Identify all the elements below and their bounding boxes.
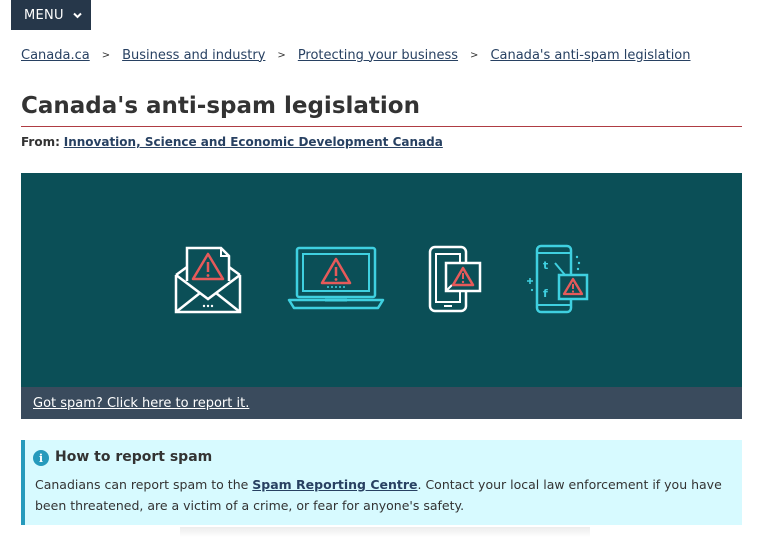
email-warning-icon xyxy=(174,246,242,314)
breadcrumb-separator: > xyxy=(101,49,111,61)
alert-title: How to report spam xyxy=(55,449,213,465)
page-bottom-shadow xyxy=(180,527,590,537)
breadcrumb-link-business[interactable]: Business and industry xyxy=(122,48,265,63)
facebook-glyph: f xyxy=(543,287,548,300)
info-icon: i xyxy=(33,450,49,466)
menu-label: MENU xyxy=(24,7,64,23)
from-org-link[interactable]: Innovation, Science and Economic Develop… xyxy=(64,135,443,149)
from-line: From: Innovation, Science and Economic D… xyxy=(21,135,443,149)
twitter-glyph: t xyxy=(543,259,548,272)
breadcrumb-link-antispam[interactable]: Canada's anti-spam legislation xyxy=(490,48,690,63)
spam-banner-image[interactable]: t f xyxy=(21,173,742,387)
info-alert: i How to report spam Canadians can repor… xyxy=(21,440,742,525)
spam-reporting-centre-link[interactable]: Spam Reporting Centre xyxy=(252,477,417,492)
chevron-down-icon xyxy=(73,12,82,19)
menu-button[interactable]: MENU xyxy=(11,0,91,30)
alert-text-before: Canadians can report spam to the xyxy=(35,477,253,492)
laptop-warning-icon xyxy=(287,246,385,310)
social-media-warning-icon: t f xyxy=(527,244,589,314)
breadcrumb-separator: > xyxy=(277,49,286,61)
title-divider xyxy=(21,126,742,127)
report-spam-link[interactable]: Got spam? Click here to report it. xyxy=(33,396,249,411)
alert-text: Canadians can report spam to the Spam Re… xyxy=(35,474,735,516)
from-label: From: xyxy=(21,135,60,149)
breadcrumb-link-canada[interactable]: Canada.ca xyxy=(21,48,90,63)
breadcrumb-separator: > xyxy=(470,49,479,61)
breadcrumb-link-protecting[interactable]: Protecting your business xyxy=(298,48,458,63)
breadcrumb: Canada.ca > Business and industry > Prot… xyxy=(21,46,691,64)
page-title: Canada's anti-spam legislation xyxy=(21,93,420,119)
banner-caption: Got spam? Click here to report it. xyxy=(21,387,742,419)
mobile-warning-icon xyxy=(428,245,482,313)
